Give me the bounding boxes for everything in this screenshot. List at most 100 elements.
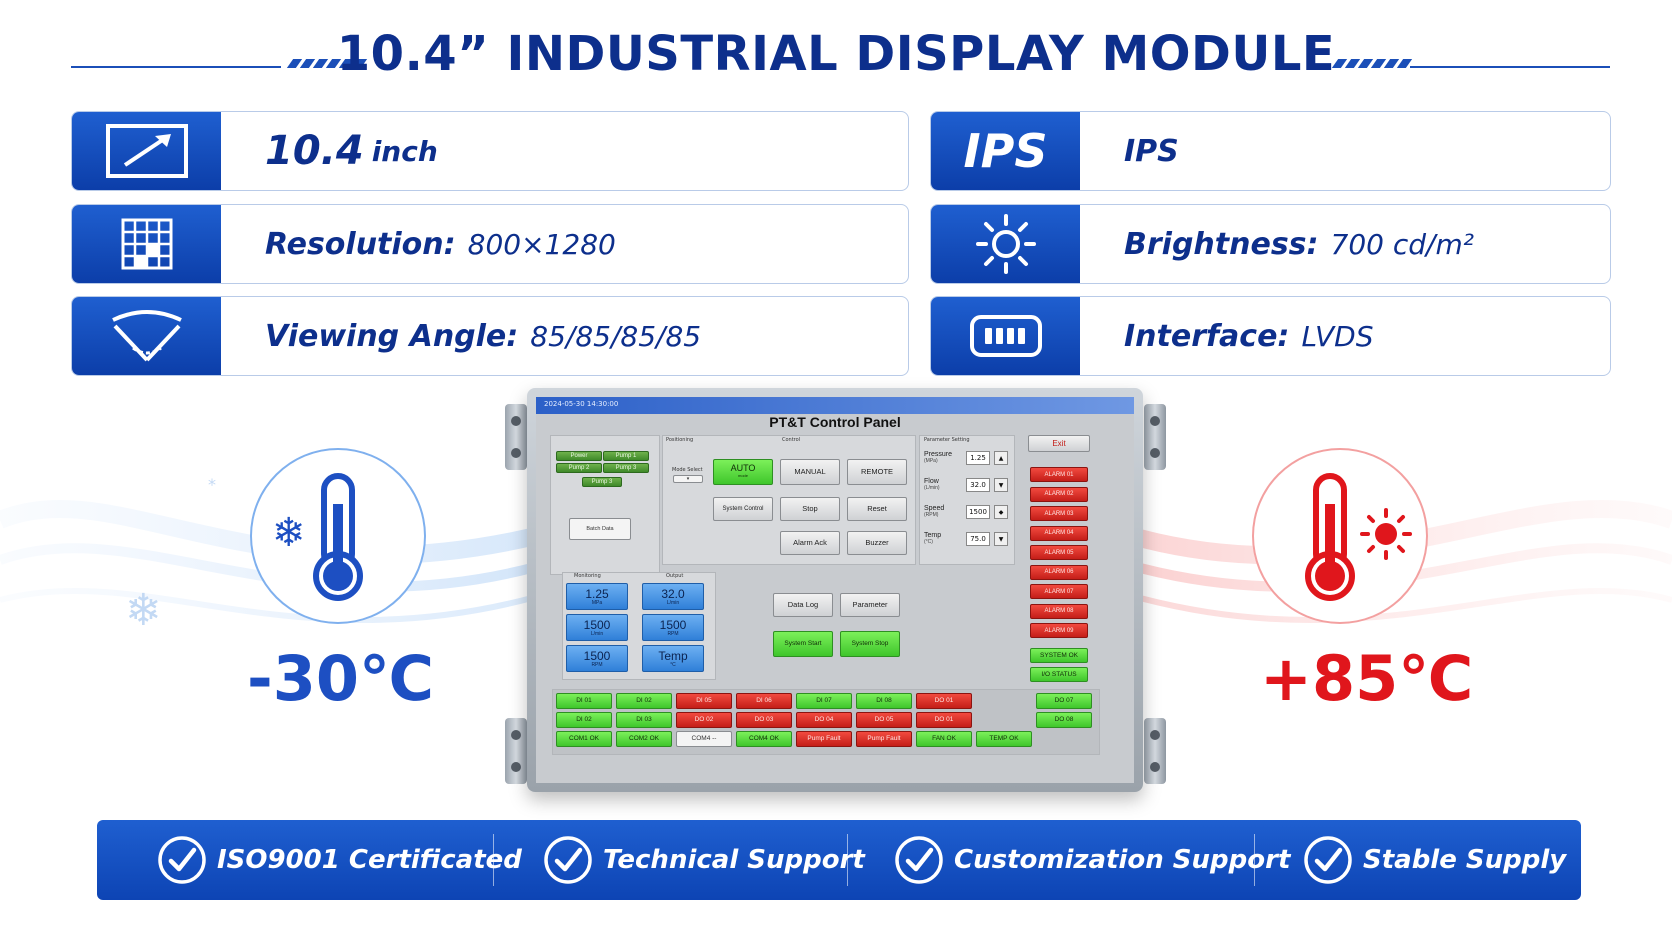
interface-value: LVDS xyxy=(1301,319,1374,353)
io-cell: COM4 -- xyxy=(676,731,732,747)
alarm-ack-button[interactable]: Alarm Ack xyxy=(780,531,840,555)
system-stop-button[interactable]: System Stop xyxy=(840,631,900,657)
io-cell: DI 03 xyxy=(616,712,672,728)
resolution-value: 800×1280 xyxy=(467,227,616,261)
screen-title: PT&T Control Panel xyxy=(769,414,901,430)
monitoring-label: Monitoring xyxy=(574,573,601,579)
brightness-value: 700 cd/m² xyxy=(1330,227,1474,261)
param-temp-spin[interactable]: ▼ xyxy=(994,532,1008,546)
alarm-indicator: ALARM 09 xyxy=(1030,623,1088,638)
footer-item-supply: Stable Supply xyxy=(1303,820,1566,900)
monitor-tile: Temp °C xyxy=(642,645,704,672)
io-cell: COM2 OK xyxy=(616,731,672,747)
spec-card-panel: IPS IPS xyxy=(930,111,1611,191)
parameter-button[interactable]: Parameter xyxy=(840,593,900,617)
spec-card-brightness: Brightness: 700 cd/m² xyxy=(930,204,1611,284)
param-pressure: Pressure (MPa) xyxy=(924,451,953,464)
alarm-indicator: ALARM 06 xyxy=(1030,564,1088,580)
display-module: 2024-05-30 14:30:00 PT&T Control Panel P… xyxy=(527,388,1143,792)
ips-icon: IPS xyxy=(931,112,1080,190)
alarm-indicator: ALARM 01 xyxy=(1030,467,1088,482)
alarm-indicator: ALARM 04 xyxy=(1030,525,1088,541)
footer-separator xyxy=(493,834,494,886)
pump-3b-button[interactable]: Pump 3 xyxy=(582,477,622,487)
param-flow-input[interactable]: 32.0 xyxy=(966,478,990,492)
output-label: Output xyxy=(666,573,684,579)
hot-thermometer-badge xyxy=(1252,448,1428,624)
svg-text:*: * xyxy=(208,475,216,494)
resize-arrow-icon xyxy=(72,112,221,190)
alarm-indicator: ALARM 08 xyxy=(1030,603,1088,619)
brightness-label: Brightness: xyxy=(1124,226,1319,262)
remote-mode-button[interactable]: REMOTE xyxy=(847,459,907,485)
reset-button[interactable]: Reset xyxy=(847,497,907,521)
pump-3-button[interactable]: Pump 3 xyxy=(603,463,649,473)
exit-button[interactable]: Exit xyxy=(1028,435,1090,452)
sun-icon xyxy=(931,205,1080,283)
mount-bracket-bottom-right xyxy=(1144,718,1166,784)
io-cell: Pump Fault xyxy=(796,731,852,747)
io-cell: DI 02 xyxy=(556,712,612,728)
auto-mode-button[interactable]: AUTO mode xyxy=(713,459,773,485)
param-speed-input[interactable]: 1500 xyxy=(966,505,990,519)
svg-text:❄: ❄ xyxy=(272,510,306,556)
io-cell: COM4 OK xyxy=(736,731,792,747)
param-pressure-spin[interactable]: ▲ xyxy=(994,451,1008,465)
param-temp-input[interactable]: 75.0 xyxy=(966,532,990,546)
stop-button[interactable]: Stop xyxy=(780,497,840,521)
footer-item-iso: ISO9001 Certificated xyxy=(157,820,522,900)
screen-top-bar: 2024-05-30 14:30:00 xyxy=(536,397,1134,414)
header-stripes-right xyxy=(1331,59,1413,68)
parameter-setting-label: Parameter Setting xyxy=(924,437,970,443)
data-log-button[interactable]: Data Log xyxy=(773,593,833,617)
monitor-tile: 1500 RPM xyxy=(642,614,704,641)
viewing-angle-label: Viewing Angle: xyxy=(265,318,519,354)
io-cell: DI 08 xyxy=(856,693,912,709)
resolution-label: Resolution: xyxy=(265,226,456,262)
footer-banner: ISO9001 Certificated Technical Support C… xyxy=(97,820,1581,900)
param-temp: Temp (°C) xyxy=(924,532,942,545)
param-flow-spin[interactable]: ▼ xyxy=(994,478,1008,492)
io-cell: FAN OK xyxy=(916,731,972,747)
monitor-tile: 1.25 MPa xyxy=(566,583,628,610)
manual-mode-button[interactable]: MANUAL xyxy=(780,459,840,485)
io-cell: DI 07 xyxy=(796,693,852,709)
system-start-button[interactable]: System Start xyxy=(773,631,833,657)
mount-bracket-top-right xyxy=(1144,404,1166,470)
io-cell: DO 08 xyxy=(1036,712,1092,728)
cold-thermometer-badge: ❄ xyxy=(250,448,426,624)
pump-1-button[interactable]: Pump 1 xyxy=(603,451,649,461)
io-cell: DI 01 xyxy=(556,693,612,709)
pump-2-button[interactable]: Pump 2 xyxy=(556,463,602,473)
system-control-button[interactable]: System Control xyxy=(713,497,773,521)
monitor-tile: 32.0 L/min xyxy=(642,583,704,610)
footer-item-customization: Customization Support xyxy=(894,820,1290,900)
max-temperature: +85℃ xyxy=(1260,642,1474,715)
io-cell: COM1 OK xyxy=(556,731,612,747)
interface-label: Interface: xyxy=(1124,318,1290,354)
check-circle-icon xyxy=(544,836,592,884)
connector-icon xyxy=(931,297,1080,375)
check-circle-icon xyxy=(895,836,943,884)
viewing-angle-icon xyxy=(72,297,221,375)
batch-data-button[interactable]: Batch Data xyxy=(569,518,631,540)
io-cell: DI 05 xyxy=(676,693,732,709)
pixel-grid-icon xyxy=(72,205,221,283)
pump-power-button[interactable]: Power xyxy=(556,451,602,461)
io-status-button[interactable]: I/O STATUS xyxy=(1030,667,1088,682)
monitor-tile: 1500 RPM xyxy=(566,645,628,672)
buzzer-button[interactable]: Buzzer xyxy=(847,531,907,555)
alarm-indicator: ALARM 05 xyxy=(1030,545,1088,560)
param-pressure-input[interactable]: 1.25 xyxy=(966,451,990,465)
mount-bracket-top-left xyxy=(505,404,527,470)
spec-card-viewing-angle: Viewing Angle: 85/85/85/85 xyxy=(71,296,909,376)
io-cell: DO 01 xyxy=(916,693,972,709)
system-ok-indicator: SYSTEM OK xyxy=(1030,648,1088,663)
page-title: 10.4” INDUSTRIAL DISPLAY MODULE xyxy=(336,26,1336,82)
param-speed-spin[interactable]: ◆ xyxy=(994,505,1008,519)
io-cell: DO 05 xyxy=(856,712,912,728)
footer-separator xyxy=(1254,834,1255,886)
mode-select-dropdown[interactable]: ▾ xyxy=(673,475,703,483)
alarm-indicator: ALARM 02 xyxy=(1030,486,1088,502)
svg-text:❄: ❄ xyxy=(125,585,162,636)
